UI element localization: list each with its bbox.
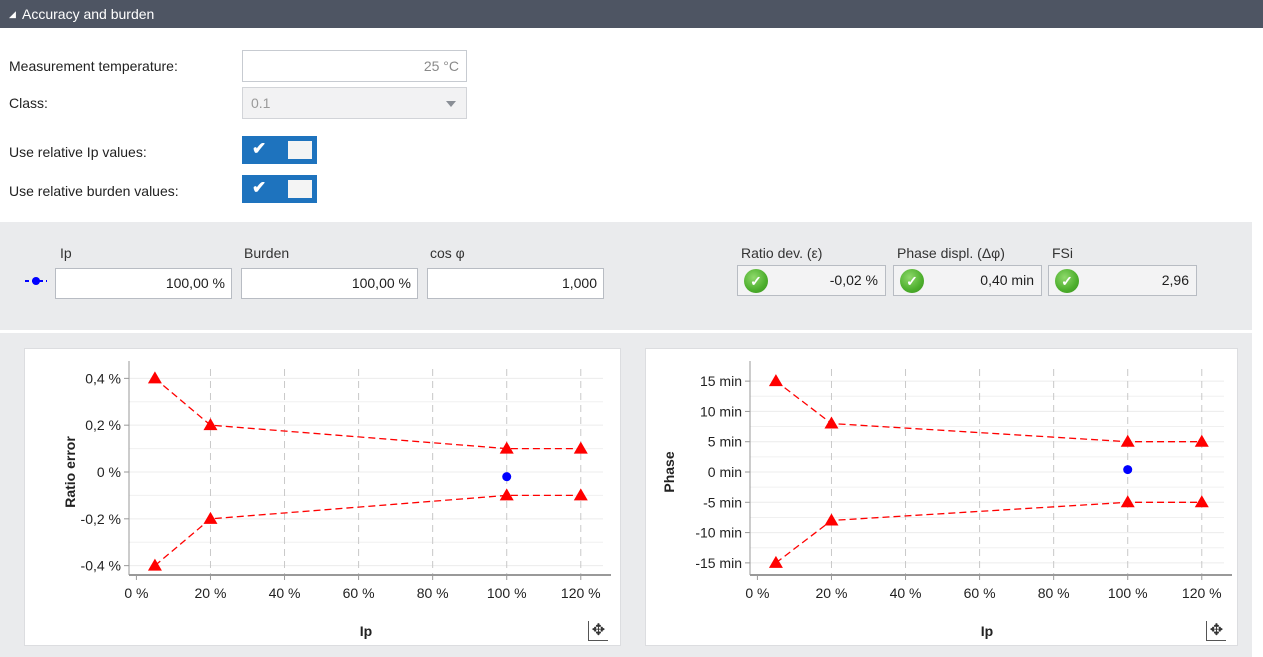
y-tick-label: -5 min [703,494,742,510]
ratio-error-chart: 0,4 % 0,2 % 0 % -0,2 % -0,4 % 0 % 20 % 40 % 60 %… [24,348,621,646]
x-tick-label: 60 % [964,585,996,601]
x-tick-label: 120 % [561,585,601,601]
y-tick-label: 0 min [708,464,742,480]
x-tick-label: 80 % [417,585,449,601]
measurement-temperature-label: Measurement temperature: [9,58,178,74]
fsi-result: ✓ 2,96 [1048,265,1197,296]
x-axis-title: Ip [981,623,993,639]
ratio-dev-header: Ratio dev. (ε) [741,245,823,261]
check-circle-icon: ✓ [744,269,768,293]
x-tick-label: 100 % [487,585,527,601]
limit-point [1194,495,1209,508]
x-tick-label: 80 % [1038,585,1070,601]
class-label: Class: [9,95,48,111]
check-icon: ✔ [252,178,267,197]
measured-point [1123,465,1133,475]
ratio-dev-result: ✓ -0,02 % [737,265,886,296]
phase-chart: 15 min 10 min 5 min 0 min -5 min -10 min -15 m… [645,348,1238,646]
move-icon[interactable]: ✥ [1206,621,1226,641]
measurement-temperature-field[interactable]: 25 °C [242,50,467,82]
y-tick-label: 0 % [97,464,121,480]
limit-point [573,441,588,454]
y-tick-label: 10 min [700,403,742,419]
limit-point [768,374,783,387]
x-axis-title: Ip [360,623,372,639]
ratio-error-chart-svg: 0,4 %0,2 %0 %-0,2 %-0,4 %0 % 20 % 40 % 60 %… [62,361,611,639]
y-tick-label: -0,4 % [81,558,121,574]
limit-point [203,418,218,431]
check-icon: ✔ [252,139,267,158]
x-tick-label: 0 % [745,585,769,601]
limit-point [768,555,783,568]
x-tick-label: 40 % [269,585,301,601]
x-tick-label: 120 % [1182,585,1222,601]
y-tick-label: -10 min [695,525,742,541]
fsi-header: FSi [1052,245,1073,261]
y-axis-title: Phase [661,451,677,492]
limit-point [824,513,839,526]
y-tick-label: 0,2 % [85,417,121,433]
limit-point [147,558,162,571]
relative-burden-label: Use relative burden values: [9,183,179,199]
check-circle-icon: ✓ [1055,269,1079,293]
move-icon[interactable]: ✥ [588,621,608,641]
relative-burden-toggle[interactable]: ✔ [242,175,317,203]
phase-chart-svg: 15 min 10 min 5 min 0 min -5 min -10 min -15 m… [661,361,1232,639]
x-tick-label: 60 % [343,585,375,601]
ip-header: Ip [60,245,72,261]
x-tick-label: 100 % [1108,585,1148,601]
x-tick-label: 20 % [816,585,848,601]
section-header[interactable]: ◢ Accuracy and burden [0,0,1263,28]
relative-ip-toggle[interactable]: ✔ [242,136,317,164]
cosphi-input[interactable]: 1,000 [427,268,604,299]
limit-point [1120,434,1135,447]
x-tick-label: 40 % [890,585,922,601]
burden-header: Burden [244,245,290,261]
y-tick-label: 5 min [708,434,742,450]
y-tick-label: 15 min [700,373,742,389]
x-tick-label: 0 % [124,585,148,601]
ip-input[interactable]: 100,00 % [55,268,232,299]
check-circle-icon: ✓ [900,269,924,293]
toggle-knob [288,141,312,159]
limit-point [1194,434,1209,447]
class-select[interactable]: 0.1 [242,87,467,119]
limit-point [824,416,839,429]
phase-displ-header: Phase displ. (Δφ) [897,245,1005,261]
limit-line [154,377,581,450]
limit-point [573,488,588,501]
relative-ip-label: Use relative Ip values: [9,144,147,160]
limit-point [1120,495,1135,508]
x-tick-label: 20 % [195,585,227,601]
cosphi-header: cos φ [430,245,465,261]
section-title: Accuracy and burden [22,6,155,22]
chevron-down-icon [446,101,456,107]
y-tick-label: -0,2 % [81,511,121,527]
measured-point [502,472,512,482]
y-tick-label: -15 min [695,555,742,571]
y-tick-label: 0,4 % [85,370,121,386]
toggle-knob [288,180,312,198]
ratio-dev-value: -0,02 % [829,272,878,288]
fsi-value: 2,96 [1161,272,1189,288]
burden-input[interactable]: 100,00 % [241,268,418,299]
limit-line [154,494,581,567]
phase-displ-result: ✓ 0,40 min [893,265,1042,296]
class-select-value: 0.1 [251,95,271,111]
measured-point-legend-icon [25,277,47,285]
y-axis-title: Ratio error [62,436,78,508]
limit-point [147,371,162,384]
phase-displ-value: 0,40 min [980,272,1034,288]
limit-point [499,488,514,501]
collapse-triangle-icon[interactable]: ◢ [9,0,16,28]
